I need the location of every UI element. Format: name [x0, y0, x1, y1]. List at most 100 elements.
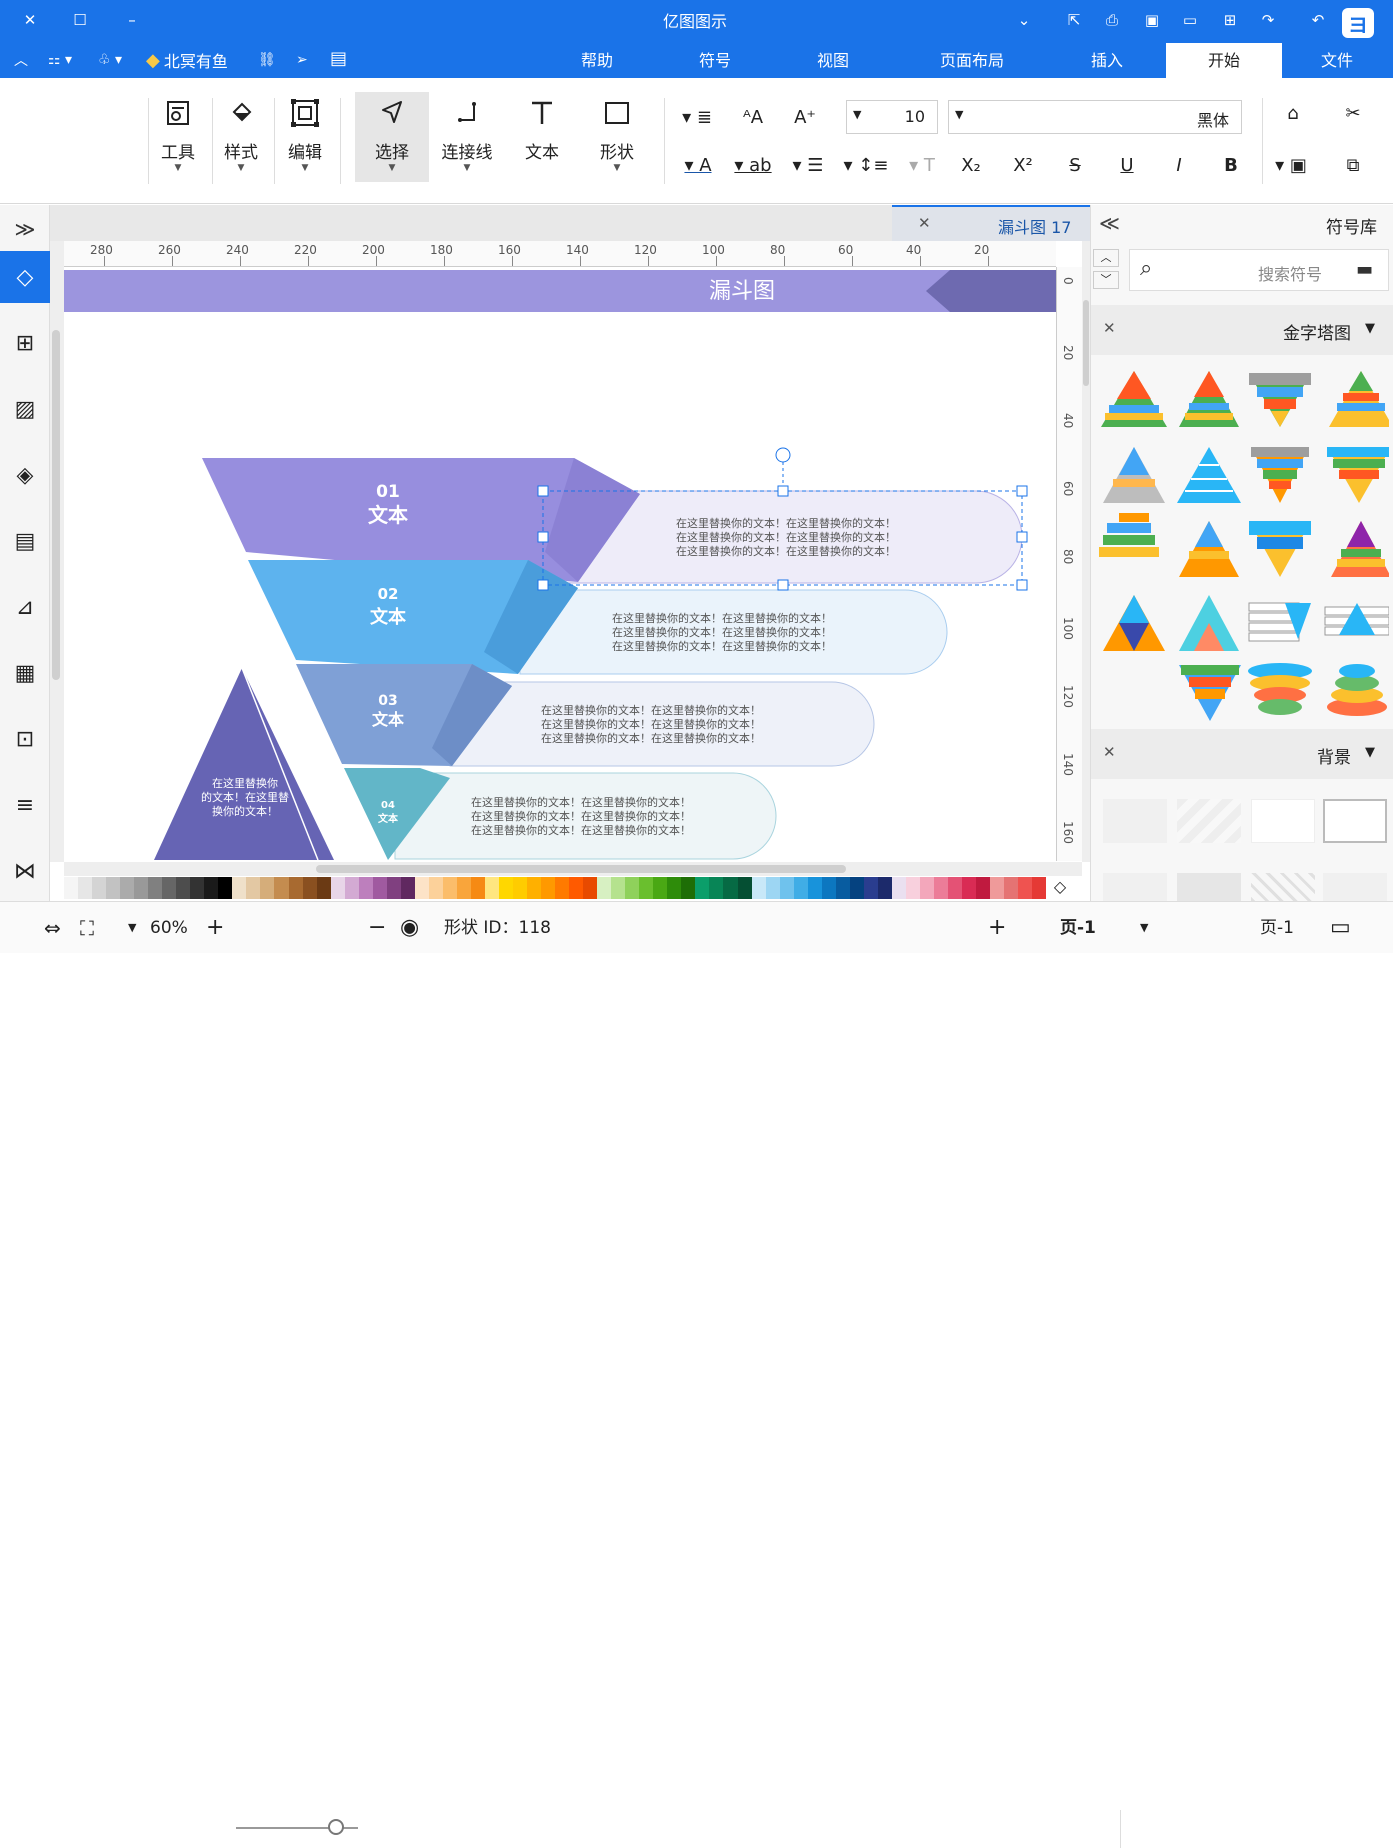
color-swatch[interactable] [513, 877, 528, 899]
section-header-background[interactable]: ✕ 背景 ▼ [1091, 729, 1393, 779]
vertical-scrollbar[interactable] [52, 330, 60, 680]
pyramid-thumb[interactable] [1103, 595, 1165, 651]
color-swatch[interactable] [597, 877, 612, 899]
menu-start[interactable]: 开始 [1166, 43, 1282, 78]
pyramid-thumb[interactable] [1103, 447, 1165, 503]
zoom-in-icon[interactable]: + [206, 915, 224, 941]
color-swatch[interactable] [64, 877, 79, 899]
tool-shape[interactable]: 形状 ▼ [584, 92, 650, 182]
color-swatch[interactable] [1032, 877, 1047, 899]
insert-panel-icon[interactable]: ⊡ [3, 717, 47, 761]
symbol-search-input[interactable]: ⌕ 搜索符号 ▬ [1129, 249, 1389, 291]
page-view-icon[interactable]: ▭ [1330, 915, 1351, 941]
pyramid-thumb[interactable] [1324, 603, 1389, 636]
color-swatch[interactable] [751, 877, 766, 899]
fill-panel-button[interactable]: ◇ [0, 251, 50, 303]
rotate-handle[interactable] [775, 447, 791, 463]
color-swatch[interactable] [358, 877, 373, 899]
pyramid-thumb[interactable] [1329, 371, 1389, 427]
export-icon[interactable]: ⇱ [1062, 8, 1086, 32]
mindmap-panel-icon[interactable]: ⋈ [3, 849, 47, 893]
color-swatch[interactable] [919, 877, 934, 899]
color-swatch[interactable] [905, 877, 920, 899]
play-icon[interactable]: ◉ [400, 915, 419, 941]
pyramid-thumb[interactable] [1179, 595, 1239, 651]
background-thumb[interactable] [1103, 799, 1167, 843]
underline-button[interactable]: U [1112, 150, 1142, 180]
color-swatch[interactable] [779, 877, 794, 899]
color-swatch[interactable] [793, 877, 808, 899]
color-swatch[interactable] [78, 877, 93, 899]
color-swatch[interactable] [246, 877, 261, 899]
resize-handle[interactable] [1016, 485, 1028, 497]
pyramid-thumb[interactable] [1099, 513, 1159, 557]
minimize-icon[interactable]: – [120, 8, 144, 32]
color-swatch[interactable] [933, 877, 948, 899]
resize-handle[interactable] [1016, 531, 1028, 543]
resize-handle[interactable] [537, 485, 549, 497]
grid-panel-icon[interactable]: ⊞ [3, 321, 47, 365]
color-swatch[interactable] [863, 877, 878, 899]
background-thumb[interactable] [1251, 873, 1315, 901]
color-swatch[interactable] [1004, 877, 1019, 899]
color-swatch[interactable] [134, 877, 149, 899]
tool-text[interactable]: 文本 [509, 92, 575, 182]
color-swatch[interactable] [737, 877, 752, 899]
color-swatch[interactable] [695, 877, 710, 899]
menu-insert[interactable]: 插入 [1070, 43, 1144, 78]
color-swatch[interactable] [765, 877, 780, 899]
decrease-font-button[interactable]: ᴬA [738, 102, 768, 132]
italic-button[interactable]: I [1164, 150, 1194, 180]
comment-icon[interactable]: ▤ [330, 46, 347, 70]
zoom-out-icon[interactable]: − [368, 915, 386, 941]
scroll-up-icon[interactable]: ︿ [1093, 249, 1119, 267]
color-swatch[interactable] [653, 877, 668, 899]
save-icon[interactable]: ▣ [1140, 8, 1164, 32]
layers-panel-icon[interactable]: ◈ [3, 453, 47, 497]
menu-help[interactable]: 帮助 [560, 43, 634, 78]
color-swatch[interactable] [849, 877, 864, 899]
color-swatch[interactable] [260, 877, 275, 899]
new-icon[interactable]: ⊞ [1218, 8, 1242, 32]
list-button[interactable]: ▾ ☰ [786, 150, 830, 180]
close-tab-icon[interactable]: ✕ [918, 214, 931, 232]
horizontal-scrollbar[interactable] [316, 865, 846, 873]
color-swatch[interactable] [414, 877, 429, 899]
pyramid-thumb[interactable] [1248, 602, 1311, 642]
color-swatch[interactable] [807, 877, 822, 899]
color-swatch[interactable] [681, 877, 696, 899]
color-swatch[interactable] [877, 877, 892, 899]
collapse-ribbon-icon[interactable]: ︿ [14, 48, 28, 72]
subscript-button[interactable]: X₂ [956, 150, 986, 180]
clear-format-button[interactable]: ▾ T [902, 150, 942, 180]
pyramid-thumb[interactable] [1101, 371, 1167, 427]
color-swatch[interactable] [527, 877, 542, 899]
tool-connector[interactable]: 连接线 ▼ [434, 92, 500, 182]
send-icon[interactable]: ➢ [296, 48, 308, 72]
resize-handle[interactable] [537, 579, 549, 591]
search-icon[interactable]: ⌕ [1140, 256, 1152, 281]
tool-select[interactable]: 选择 ▼ [355, 92, 429, 182]
color-swatch[interactable] [148, 877, 163, 899]
resize-handle[interactable] [777, 579, 789, 591]
close-section-icon[interactable]: ✕ [1103, 743, 1116, 761]
undo-icon[interactable]: ↶ [1306, 8, 1330, 32]
color-swatch[interactable] [274, 877, 289, 899]
user-badge[interactable]: ◆ 北冥有鱼 [146, 48, 228, 72]
bold-button[interactable]: B [1216, 150, 1246, 180]
color-swatch[interactable] [891, 877, 906, 899]
color-swatch[interactable] [92, 877, 107, 899]
color-swatch[interactable] [316, 877, 331, 899]
open-icon[interactable]: ▭ [1178, 8, 1202, 32]
superscript-button[interactable]: X² [1008, 150, 1038, 180]
banner-bar[interactable] [64, 270, 1056, 312]
pyramid-thumb[interactable] [1179, 371, 1239, 427]
color-swatch[interactable] [667, 877, 682, 899]
menu-file[interactable]: 文件 [1300, 43, 1374, 78]
color-swatch[interactable] [498, 877, 513, 899]
color-swatch[interactable] [990, 877, 1005, 899]
color-swatch[interactable] [190, 877, 205, 899]
share-icon[interactable]: ⛓ [258, 48, 276, 72]
line-spacing-button[interactable]: ▾ ↕≡ [842, 150, 890, 180]
expand-panel-icon[interactable]: ≫ [3, 207, 47, 251]
